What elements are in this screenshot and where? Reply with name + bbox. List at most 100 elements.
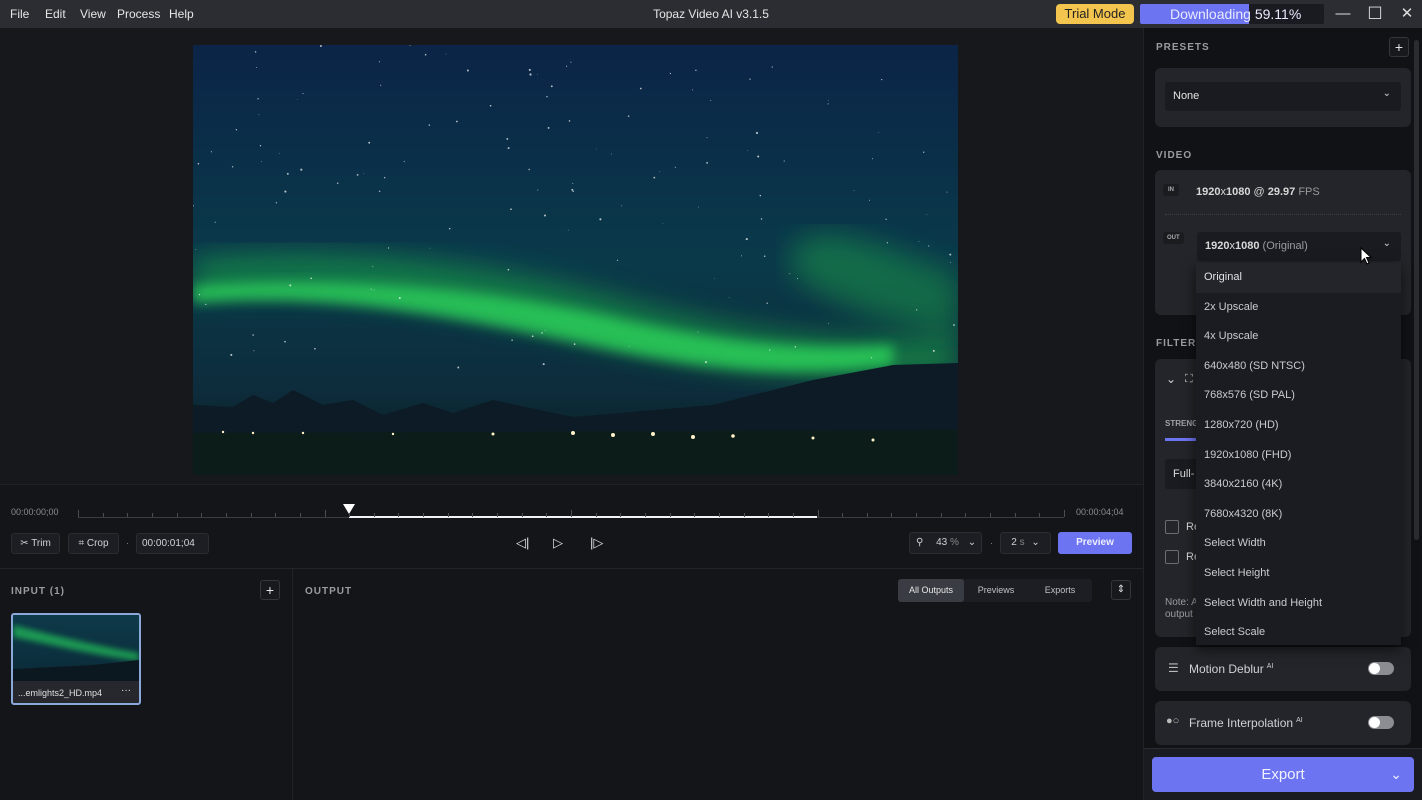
star [254, 51, 257, 53]
add-preset-button[interactable]: + [1389, 37, 1409, 57]
star [885, 218, 887, 220]
chevron-down-icon: ⌄ [1382, 238, 1391, 249]
star [706, 162, 708, 164]
option-sd-ntsc[interactable]: 640x480 (SD NTSC) [1196, 352, 1401, 382]
zoom-value: 43 [936, 537, 948, 548]
tab-exports[interactable]: Exports [1028, 579, 1092, 602]
preview-button[interactable]: Preview [1058, 532, 1132, 554]
chevron-down-icon: ⌄ [967, 537, 977, 548]
settings-scrollbar[interactable] [1414, 40, 1419, 540]
star [528, 68, 531, 71]
maximize-button[interactable]: ☐ [1364, 4, 1386, 24]
close-button[interactable]: ✕ [1396, 4, 1418, 24]
star [627, 115, 630, 117]
option-original[interactable]: Original [1196, 263, 1401, 293]
timeline-tick [102, 513, 104, 517]
star [628, 346, 630, 347]
star [547, 126, 550, 129]
chevron-down-icon[interactable]: ⌄ [1390, 757, 1402, 792]
interval-select[interactable]: 2 s ⌄ [1000, 532, 1051, 554]
option-hd[interactable]: 1280x720 (HD) [1196, 411, 1401, 441]
star [550, 85, 553, 88]
timeline-tick [398, 513, 400, 517]
star [198, 293, 201, 296]
timeline-panel [0, 484, 1143, 568]
star [926, 214, 928, 216]
in-at: @ [1250, 186, 1268, 198]
star [881, 78, 883, 81]
option-8k[interactable]: 7680x4320 (8K) [1196, 500, 1401, 530]
zoom-unit: % [950, 537, 959, 548]
minimize-button[interactable]: — [1332, 4, 1354, 24]
option-select-height[interactable]: Select Height [1196, 559, 1401, 589]
crop-button[interactable]: ⌗ Crop [68, 533, 119, 554]
current-time-field[interactable]: 00:00:01;04 [136, 533, 209, 554]
star [210, 151, 212, 153]
trial-mode-badge[interactable]: Trial Mode [1056, 4, 1134, 24]
star [759, 194, 762, 197]
output-resolution-value: 1920x1080 (Original) [1205, 240, 1308, 252]
star [258, 114, 260, 115]
preset-select[interactable]: None ⌄ [1165, 82, 1401, 111]
star [796, 278, 799, 280]
star [507, 268, 510, 271]
checkbox-1[interactable] [1165, 520, 1179, 534]
checkbox-2[interactable] [1165, 550, 1179, 564]
star [373, 289, 375, 291]
option-4k[interactable]: 3840x2160 (4K) [1196, 470, 1401, 500]
star [231, 166, 234, 168]
tab-previews[interactable]: Previews [964, 579, 1028, 602]
timeline-tick [571, 510, 572, 517]
video-preview-frame[interactable] [193, 45, 958, 475]
star [827, 103, 829, 105]
timeline-tick [176, 513, 178, 517]
frame-interpolation-toggle[interactable] [1368, 716, 1394, 729]
star [698, 206, 699, 208]
zoom-select[interactable]: ⚲ 43 % ⌄ [909, 532, 982, 554]
tab-all-outputs[interactable]: All Outputs [898, 579, 964, 602]
star [537, 74, 538, 76]
timeline-tick [817, 510, 819, 517]
option-2x-upscale[interactable]: 2x Upscale [1196, 293, 1401, 323]
export-button[interactable]: Export ⌄ [1152, 757, 1414, 792]
option-select-width-height[interactable]: Select Width and Height [1196, 589, 1401, 619]
star [542, 363, 545, 366]
collapse-chevron-icon[interactable]: ⌄ [1166, 372, 1176, 386]
input-resolution: 1920x1080 @ 29.97 FPS [1196, 186, 1320, 198]
menu-process[interactable]: Process [117, 7, 160, 21]
output-header: OUTPUT [305, 586, 353, 597]
star [697, 331, 699, 333]
separator-dot: · [126, 538, 129, 548]
crop-label: Crop [86, 538, 109, 549]
star [714, 278, 715, 279]
timeline-tick [201, 513, 203, 517]
menu-help[interactable]: Help [169, 7, 194, 21]
play-button[interactable]: ▷ [553, 535, 563, 551]
option-fhd[interactable]: 1920x1080 (FHD) [1196, 441, 1401, 471]
output-filter-tabs: All Outputs Previews Exports [898, 579, 1092, 602]
menu-view[interactable]: View [80, 7, 106, 21]
sort-button[interactable]: ⇕ [1111, 580, 1131, 600]
star [528, 168, 530, 171]
star [378, 61, 380, 63]
option-sd-pal[interactable]: 768x576 (SD PAL) [1196, 381, 1401, 411]
step-forward-button[interactable]: |▷ [590, 535, 603, 551]
menu-edit[interactable]: Edit [45, 7, 66, 21]
add-input-button[interactable]: + [260, 580, 280, 600]
trim-button[interactable]: ✂ Trim [11, 533, 60, 554]
star [214, 221, 216, 223]
step-back-button[interactable]: ◁| [516, 535, 529, 551]
option-select-scale[interactable]: Select Scale [1196, 618, 1401, 648]
option-4x-upscale[interactable]: 4x Upscale [1196, 322, 1401, 352]
star [403, 160, 405, 162]
more-options-icon[interactable]: ··· [121, 685, 131, 696]
option-select-width[interactable]: Select Width [1196, 529, 1401, 559]
timeline-scrubber[interactable] [78, 504, 1065, 519]
star [868, 199, 870, 201]
star [878, 131, 879, 133]
menu-file[interactable]: File [10, 7, 29, 21]
input-file-card[interactable]: ...emlights2_HD.mp4 ··· [11, 613, 141, 705]
motion-deblur-toggle[interactable] [1368, 662, 1394, 675]
star [297, 99, 298, 100]
star [760, 218, 763, 220]
